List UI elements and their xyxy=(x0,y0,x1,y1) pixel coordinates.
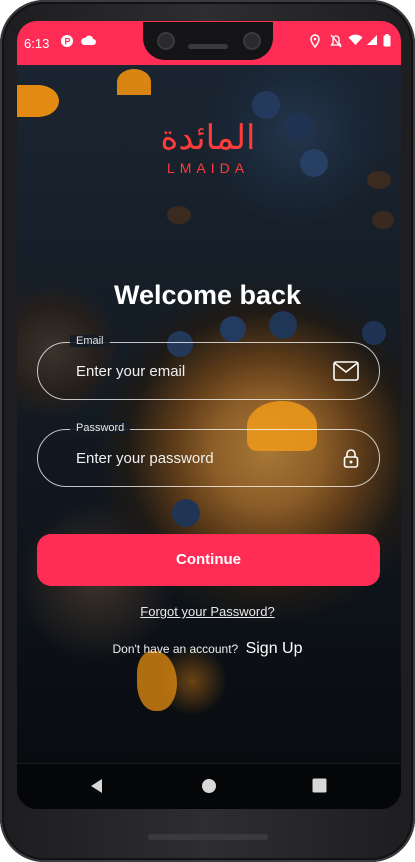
logo-latin-text: LMAIDA xyxy=(166,160,250,176)
wifi-icon xyxy=(348,34,363,50)
cloud-icon xyxy=(80,34,96,50)
coffee-bean xyxy=(372,211,394,229)
earpiece-speaker xyxy=(188,44,228,49)
signal-icon xyxy=(366,34,378,50)
status-time: 6:13 xyxy=(24,36,50,51)
location-icon xyxy=(310,34,320,52)
page-title: Welcome back xyxy=(113,280,302,310)
orange-slice xyxy=(17,85,59,117)
password-field[interactable]: Password Enter your password xyxy=(37,422,380,487)
bottom-speaker xyxy=(148,834,268,840)
password-label: Password xyxy=(70,422,131,434)
blueberry xyxy=(285,113,311,139)
android-nav-bar xyxy=(17,763,401,809)
email-input[interactable]: Enter your email xyxy=(76,363,185,380)
email-label: Email xyxy=(70,335,110,347)
lock-icon xyxy=(343,449,359,474)
app-icon: P xyxy=(60,34,74,52)
battery-icon xyxy=(383,34,391,51)
back-icon[interactable] xyxy=(89,778,105,799)
home-icon[interactable] xyxy=(201,778,217,799)
svg-text:P: P xyxy=(65,37,71,47)
continue-button[interactable]: Continue xyxy=(37,534,380,586)
signup-link[interactable]: Sign Up xyxy=(246,640,303,657)
blueberry xyxy=(362,321,386,345)
email-field[interactable]: Email Enter your email xyxy=(37,335,380,400)
mute-icon xyxy=(330,34,342,52)
recents-icon[interactable] xyxy=(312,778,327,798)
blueberry xyxy=(220,316,246,342)
forgot-password-link[interactable]: Forgot your Password? xyxy=(0,604,415,619)
logo-arabic-text: المائدة xyxy=(160,118,256,158)
blueberry xyxy=(269,311,297,339)
orange-slice xyxy=(117,69,151,95)
signup-prompt: Don't have an account? xyxy=(112,642,239,656)
front-camera-right xyxy=(243,32,261,50)
blueberry xyxy=(300,149,328,177)
coffee-bean xyxy=(367,171,391,189)
signup-row: Don't have an account? Sign Up xyxy=(0,640,415,658)
blueberry xyxy=(172,499,200,527)
coffee-bean xyxy=(167,206,191,224)
password-input[interactable]: Enter your password xyxy=(76,450,214,467)
mail-icon xyxy=(333,361,359,386)
blueberry xyxy=(252,91,280,119)
app-logo: المائدة LMAIDA xyxy=(148,118,268,176)
front-camera-left xyxy=(157,32,175,50)
